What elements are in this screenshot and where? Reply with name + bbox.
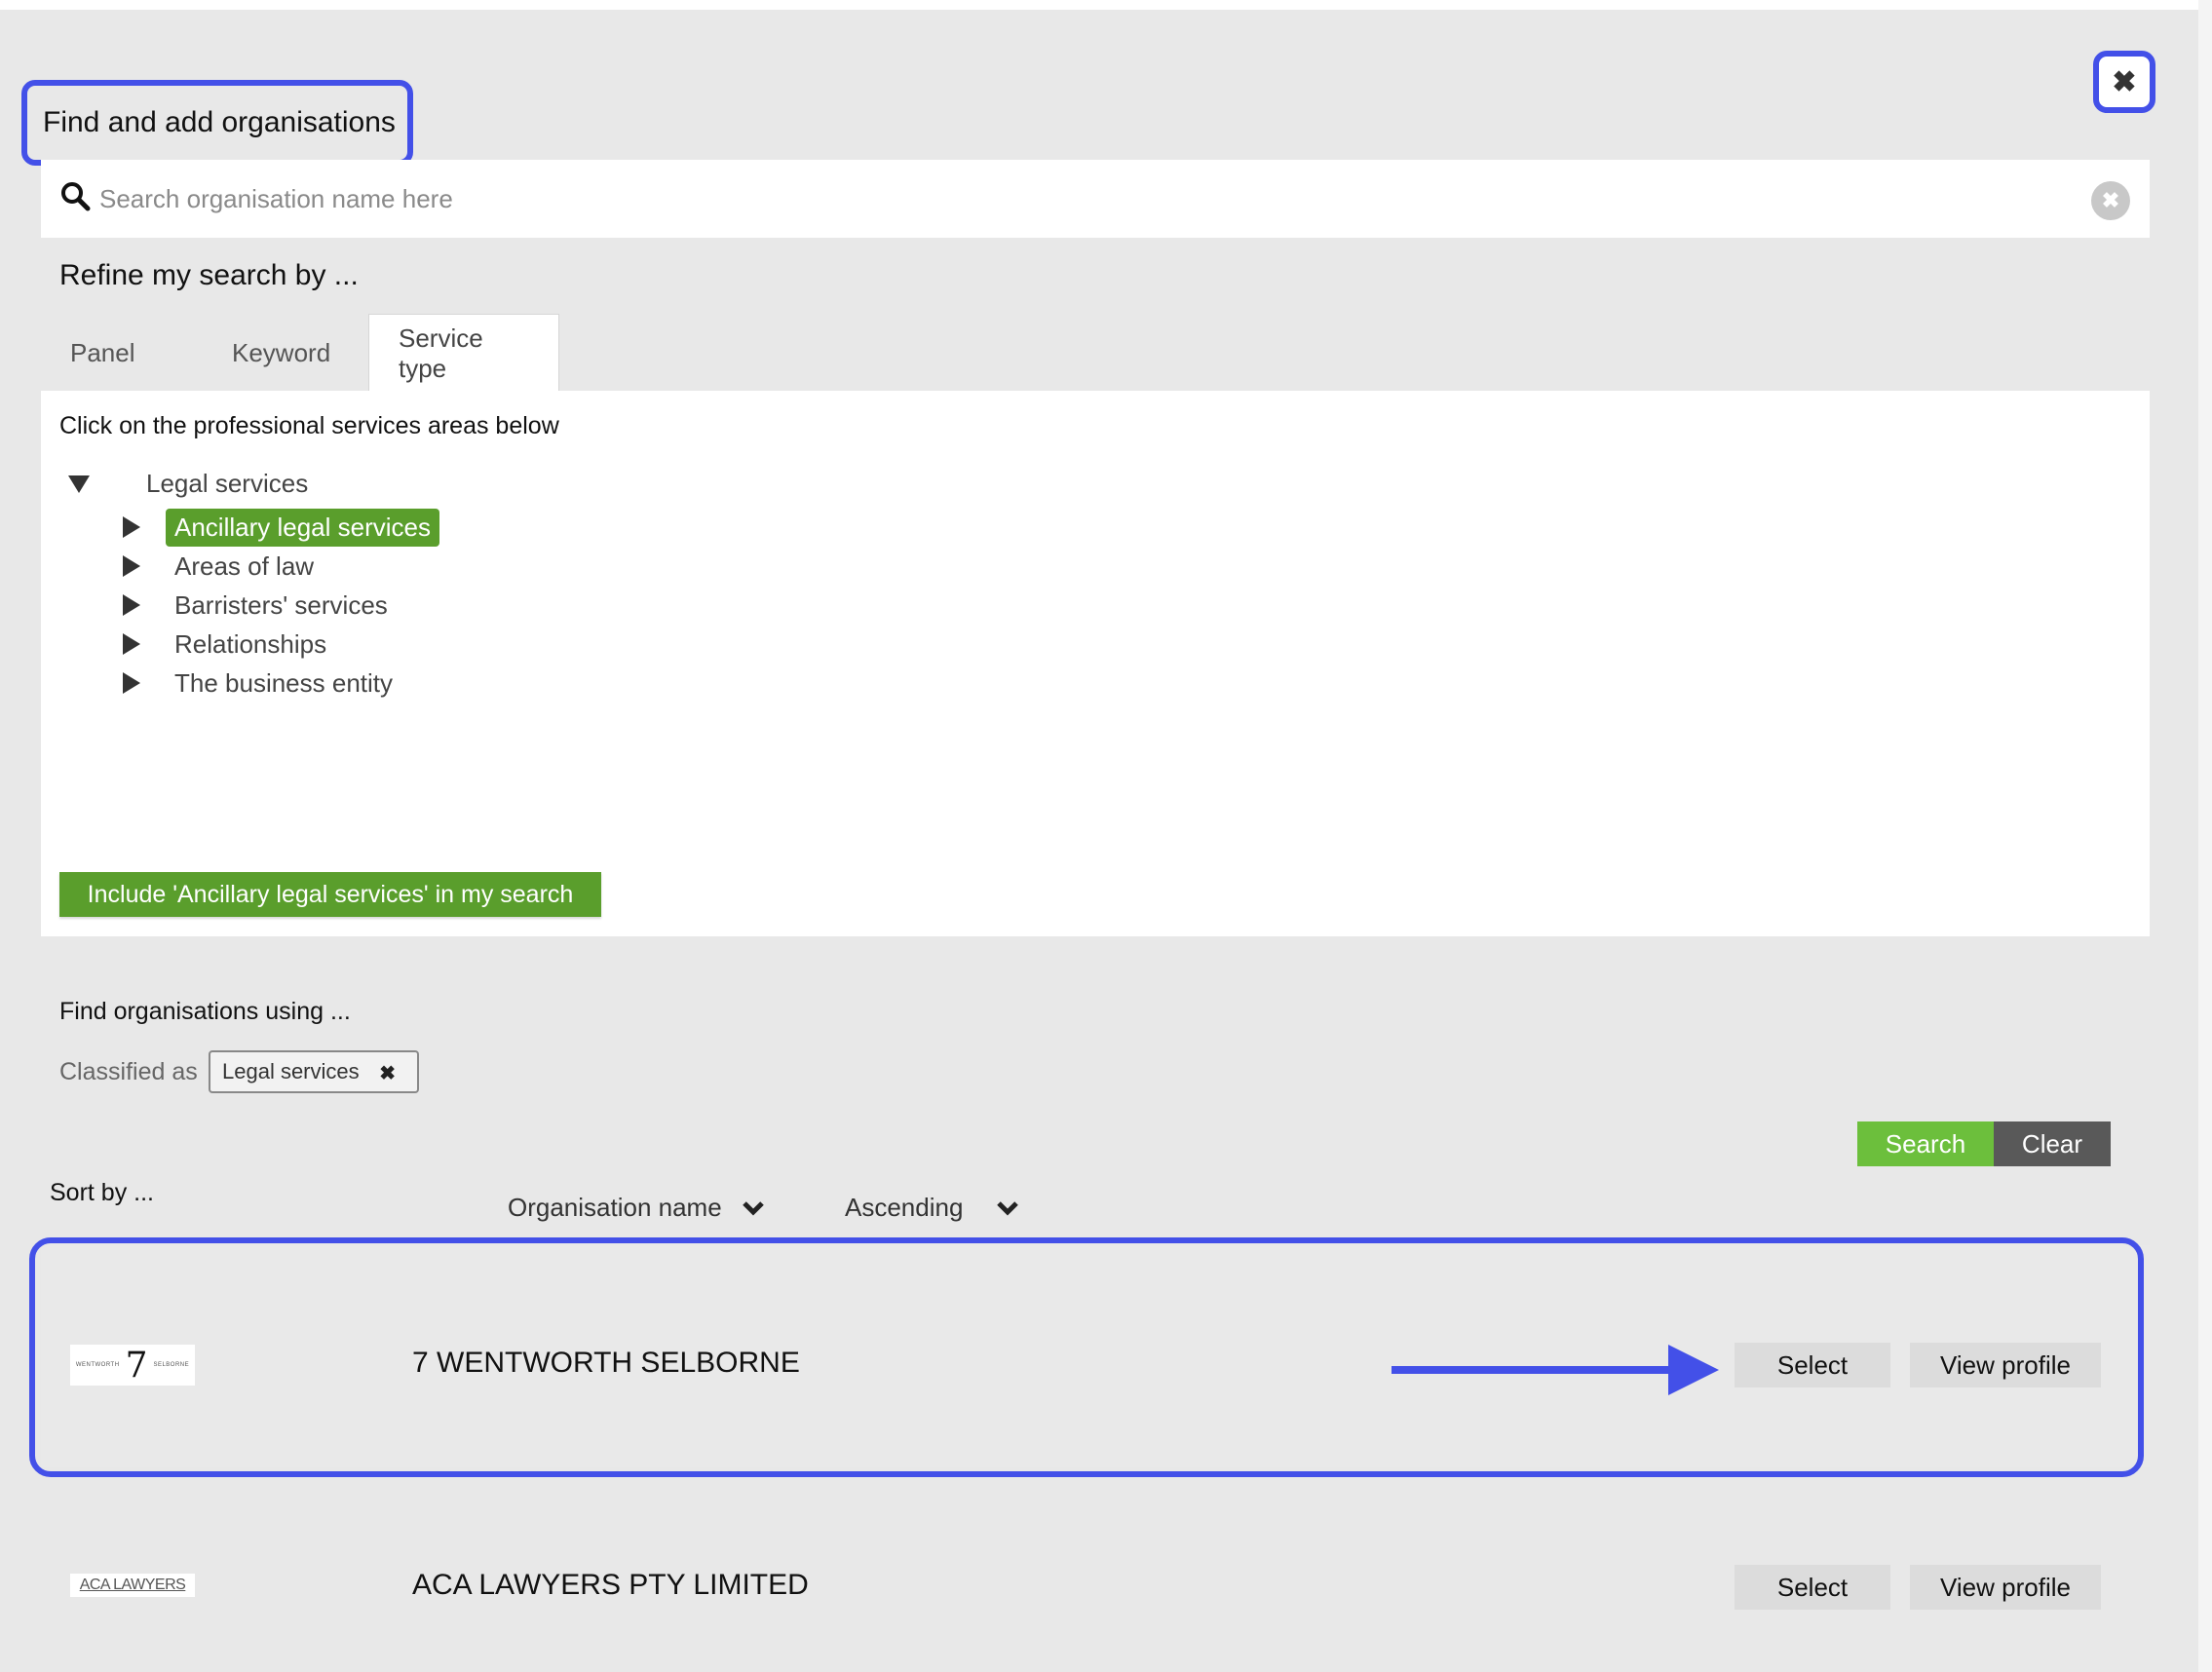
tab-keyword[interactable]: Keyword <box>203 314 368 392</box>
chevron-down-icon <box>742 1200 764 1216</box>
tree-item-label[interactable]: Barristers' services <box>166 587 397 625</box>
tab-service-type[interactable]: Service type <box>368 314 559 392</box>
tree-root-legal-services[interactable]: Legal services <box>68 469 308 499</box>
classified-as-label: Classified as <box>59 1058 198 1085</box>
tree-item-ancillary-legal-services[interactable]: Ancillary legal services <box>123 508 439 547</box>
tree-item-barristers-services[interactable]: Barristers' services <box>123 586 397 625</box>
collapsed-triangle-icon[interactable] <box>123 633 140 655</box>
tree-item-label[interactable]: Ancillary legal services <box>166 508 439 547</box>
remove-chip-icon[interactable]: ✖ <box>379 1061 396 1085</box>
tree-item-areas-of-law[interactable]: Areas of law <box>123 547 323 586</box>
filter-chip-legal-services: Legal services ✖ <box>209 1050 419 1093</box>
close-icon: ✖ <box>2112 65 2137 98</box>
page-edge <box>2198 0 2212 1672</box>
collapsed-triangle-icon[interactable] <box>123 516 140 538</box>
clear-search-icon[interactable]: ✖ <box>2091 181 2130 220</box>
modal-title-frame: Find and add organisations <box>21 80 413 166</box>
tree-item-label[interactable]: Areas of law <box>166 548 323 586</box>
select-button[interactable]: Select <box>1735 1565 1890 1610</box>
clear-button[interactable]: Clear <box>1994 1121 2111 1166</box>
arrow-right-icon <box>1392 1345 1719 1395</box>
tree-item-business-entity[interactable]: The business entity <box>123 664 401 703</box>
refine-tabs: Panel Keyword Service type <box>41 314 559 392</box>
service-type-panel: Click on the professional services areas… <box>41 391 2150 936</box>
org-name: ACA LAWYERS PTY LIMITED <box>412 1569 809 1601</box>
find-organisations-title: Find organisations using ... <box>59 998 351 1025</box>
tree-item-label[interactable]: The business entity <box>166 665 401 703</box>
sort-order-dropdown[interactable]: Ascending <box>845 1193 1019 1223</box>
panel-instruction: Click on the professional services areas… <box>59 412 559 439</box>
sort-field-dropdown[interactable]: Organisation name <box>508 1193 765 1223</box>
expand-triangle-icon[interactable] <box>68 475 90 493</box>
view-profile-button[interactable]: View profile <box>1910 1565 2101 1610</box>
tree-root-label: Legal services <box>146 469 309 498</box>
close-button[interactable]: ✖ <box>2093 51 2155 113</box>
chevron-down-icon <box>997 1200 1019 1216</box>
sort-by-label: Sort by ... <box>50 1179 154 1206</box>
search-button[interactable]: Search <box>1857 1121 1994 1166</box>
tab-panel[interactable]: Panel <box>41 314 203 392</box>
modal-title: Find and add organisations <box>43 106 396 138</box>
collapsed-triangle-icon[interactable] <box>123 672 140 694</box>
search-icon <box>61 182 91 211</box>
highlight-frame <box>29 1237 2144 1477</box>
find-organisations-modal: ✖ Find and add organisations ✖ Refine my… <box>0 10 2198 1672</box>
collapsed-triangle-icon[interactable] <box>123 555 140 577</box>
org-logo: ACA LAWYERS <box>70 1574 195 1597</box>
sort-field-value: Organisation name <box>508 1193 722 1222</box>
tree-item-relationships[interactable]: Relationships <box>123 625 335 664</box>
include-in-search-button[interactable]: Include 'Ancillary legal services' in my… <box>59 872 601 917</box>
refine-title: Refine my search by ... <box>59 259 359 291</box>
collapsed-triangle-icon[interactable] <box>123 594 140 616</box>
chip-label: Legal services <box>222 1059 360 1083</box>
tree-item-label[interactable]: Relationships <box>166 626 335 664</box>
result-row: ACA LAWYERS ACA LAWYERS PTY LIMITED Sele… <box>41 1479 2150 1672</box>
sort-order-value: Ascending <box>845 1193 964 1222</box>
search-input[interactable] <box>99 173 2048 224</box>
search-bar: ✖ <box>41 160 2150 238</box>
